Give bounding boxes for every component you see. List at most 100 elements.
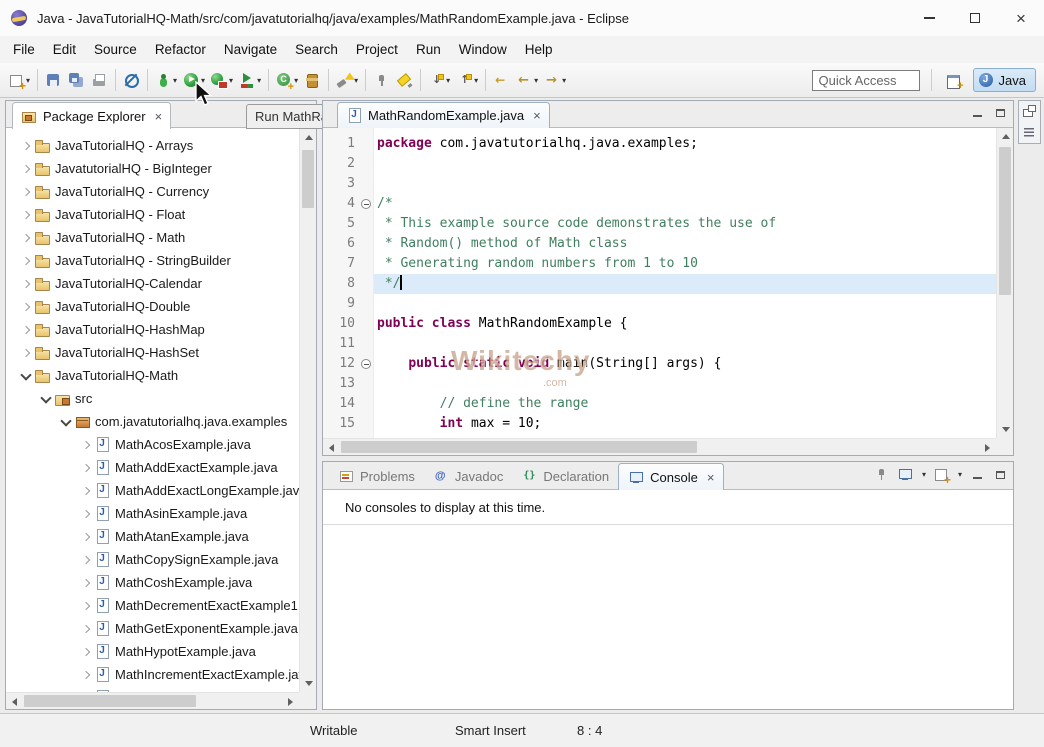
code-line-4[interactable]: /* bbox=[374, 194, 996, 214]
dropdown-arrow-icon[interactable]: ▾ bbox=[26, 76, 30, 85]
scroll-right-button[interactable] bbox=[979, 439, 996, 456]
expand-chevron-icon[interactable] bbox=[18, 322, 34, 338]
tree-item-mathasinexample-java[interactable]: MathAsinExample.java bbox=[6, 502, 299, 525]
tree-item-javatutorialhq-double[interactable]: JavaTutorialHQ-Double bbox=[6, 295, 299, 318]
expand-chevron-icon[interactable] bbox=[18, 230, 34, 246]
dropdown-arrow-icon[interactable]: ▾ bbox=[562, 76, 566, 85]
save-all-button[interactable] bbox=[66, 67, 87, 93]
tree-item-javatutorialhq-math[interactable]: JavaTutorialHQ-Math bbox=[6, 364, 299, 387]
pin-console-icon[interactable] bbox=[873, 466, 890, 483]
menu-edit[interactable]: Edit bbox=[44, 36, 85, 63]
minimize-view-button[interactable] bbox=[969, 105, 985, 121]
expand-chevron-icon[interactable] bbox=[18, 161, 34, 177]
dropdown-arrow-icon[interactable]: ▾ bbox=[446, 76, 450, 85]
expand-chevron-icon[interactable] bbox=[18, 276, 34, 292]
expand-chevron-icon[interactable] bbox=[18, 138, 34, 154]
scroll-down-button[interactable] bbox=[300, 675, 317, 692]
tree-item-javatutorialhq-currency[interactable]: JavaTutorialHQ - Currency bbox=[6, 180, 299, 203]
tree-item-mathhypotexample-java[interactable]: MathHypotExample.java bbox=[6, 640, 299, 663]
menu-file[interactable]: File bbox=[4, 36, 44, 63]
package-explorer-hscrollbar[interactable] bbox=[6, 692, 299, 709]
external-tools-button[interactable]: ▾ bbox=[209, 67, 235, 93]
tree-item-com-javatutorialhq-java-examples[interactable]: com.javatutorialhq.java.examples bbox=[6, 410, 299, 433]
maximize-view-button[interactable] bbox=[992, 467, 1008, 483]
code-line-8[interactable]: */ bbox=[374, 274, 996, 294]
tree-item-mathacosexample-java[interactable]: MathAcosExample.java bbox=[6, 433, 299, 456]
new-wizard-button[interactable]: ▾ bbox=[6, 67, 32, 93]
tree-item-src[interactable]: src bbox=[6, 387, 299, 410]
tree-item-mathaddexactlongexample-jav[interactable]: MathAddExactLongExample.jav bbox=[6, 479, 299, 502]
tree-item-javatutorialhq-stringbuilder[interactable]: JavaTutorialHQ - StringBuilder bbox=[6, 249, 299, 272]
open-type-button[interactable] bbox=[302, 67, 323, 93]
outline-view-button[interactable] bbox=[1020, 123, 1039, 142]
code-line-6[interactable]: * Random() method of Math class bbox=[374, 234, 996, 254]
menu-window[interactable]: Window bbox=[450, 36, 516, 63]
vscroll-thumb[interactable] bbox=[302, 150, 314, 208]
expand-chevron-icon[interactable] bbox=[78, 621, 94, 637]
back-button[interactable]: ▾ bbox=[514, 67, 540, 93]
tab-javadoc[interactable]: Javadoc bbox=[424, 463, 512, 490]
expand-chevron-icon[interactable] bbox=[78, 460, 94, 476]
expand-chevron-icon[interactable] bbox=[78, 575, 94, 591]
dropdown-arrow-icon[interactable]: ▾ bbox=[229, 76, 233, 85]
minimize-window-button[interactable] bbox=[906, 0, 952, 36]
hscroll-thumb[interactable] bbox=[24, 695, 196, 707]
last-edit-location-button[interactable] bbox=[491, 67, 512, 93]
open-console-icon[interactable] bbox=[933, 466, 950, 483]
fold-marker-icon[interactable] bbox=[361, 359, 371, 369]
expand-chevron-icon[interactable] bbox=[78, 644, 94, 660]
code-line-3[interactable] bbox=[374, 174, 996, 194]
previous-annotation-button[interactable]: ▾ bbox=[454, 67, 480, 93]
tree-item-javatutorialhq-hashset[interactable]: JavaTutorialHQ-HashSet bbox=[6, 341, 299, 364]
expand-chevron-icon[interactable] bbox=[18, 207, 34, 223]
expand-chevron-icon[interactable] bbox=[78, 437, 94, 453]
code-line-14[interactable]: // define the range bbox=[374, 394, 996, 414]
vscroll-thumb[interactable] bbox=[999, 147, 1011, 295]
tree-item-javatutorialhq-biginteger[interactable]: JavatutorialHQ - BigInteger bbox=[6, 157, 299, 180]
tab-problems[interactable]: Problems bbox=[329, 463, 424, 490]
minimize-view-button[interactable] bbox=[969, 467, 985, 483]
menu-project[interactable]: Project bbox=[347, 36, 407, 63]
debug-button[interactable]: ▾ bbox=[153, 67, 179, 93]
new-class-button[interactable]: ▾ bbox=[274, 67, 300, 93]
expand-chevron-icon[interactable] bbox=[78, 529, 94, 545]
expand-chevron-icon[interactable] bbox=[78, 506, 94, 522]
coverage-button[interactable]: ▾ bbox=[237, 67, 263, 93]
code-line-7[interactable]: * Generating random numbers from 1 to 10 bbox=[374, 254, 996, 274]
tree-item-javatutorialhq-calendar[interactable]: JavaTutorialHQ-Calendar bbox=[6, 272, 299, 295]
tab-declaration[interactable]: Declaration bbox=[512, 463, 618, 490]
editor-vscrollbar[interactable] bbox=[996, 128, 1013, 438]
scroll-left-button[interactable] bbox=[323, 439, 340, 456]
code-line-11[interactable] bbox=[374, 334, 996, 354]
tree-item-mathdecrementexactexample1[interactable]: MathDecrementExactExample1. bbox=[6, 594, 299, 617]
code-line-5[interactable]: * This example source code demonstrates … bbox=[374, 214, 996, 234]
display-selected-console-icon[interactable] bbox=[897, 466, 914, 483]
maximize-window-button[interactable] bbox=[952, 0, 998, 36]
tree-item-javatutorialhq-float[interactable]: JavaTutorialHQ - Float bbox=[6, 203, 299, 226]
collapse-chevron-icon[interactable] bbox=[18, 368, 34, 384]
mark-occurrences-button[interactable] bbox=[394, 67, 415, 93]
run-button[interactable]: ▾ bbox=[181, 67, 207, 93]
close-window-button[interactable]: × bbox=[998, 0, 1044, 36]
menu-run[interactable]: Run bbox=[407, 36, 450, 63]
hscroll-thumb[interactable] bbox=[341, 441, 697, 453]
scroll-right-button[interactable] bbox=[282, 693, 299, 710]
code-line-15[interactable]: int max = 10; bbox=[374, 414, 996, 434]
dropdown-arrow-icon[interactable]: ▾ bbox=[474, 76, 478, 85]
dropdown-arrow-icon[interactable]: ▾ bbox=[173, 76, 177, 85]
expand-chevron-icon[interactable] bbox=[18, 345, 34, 361]
tree-item-javatutorialhq-math[interactable]: JavaTutorialHQ - Math bbox=[6, 226, 299, 249]
close-tab-icon[interactable]: × bbox=[707, 471, 715, 484]
fold-marker-icon[interactable] bbox=[361, 199, 371, 209]
scroll-up-button[interactable] bbox=[300, 129, 317, 146]
close-tab-icon[interactable]: × bbox=[533, 109, 541, 122]
scroll-left-button[interactable] bbox=[6, 693, 23, 710]
scroll-down-button[interactable] bbox=[997, 421, 1014, 438]
expand-chevron-icon[interactable] bbox=[18, 184, 34, 200]
code-editor[interactable]: 123456789101112131415 package com.javatu… bbox=[323, 128, 996, 438]
dropdown-arrow-icon[interactable]: ▾ bbox=[922, 470, 926, 479]
java-perspective-button[interactable]: Java bbox=[973, 68, 1036, 92]
menu-refactor[interactable]: Refactor bbox=[146, 36, 215, 63]
expand-chevron-icon[interactable] bbox=[78, 598, 94, 614]
package-explorer-vscrollbar[interactable] bbox=[299, 129, 316, 692]
